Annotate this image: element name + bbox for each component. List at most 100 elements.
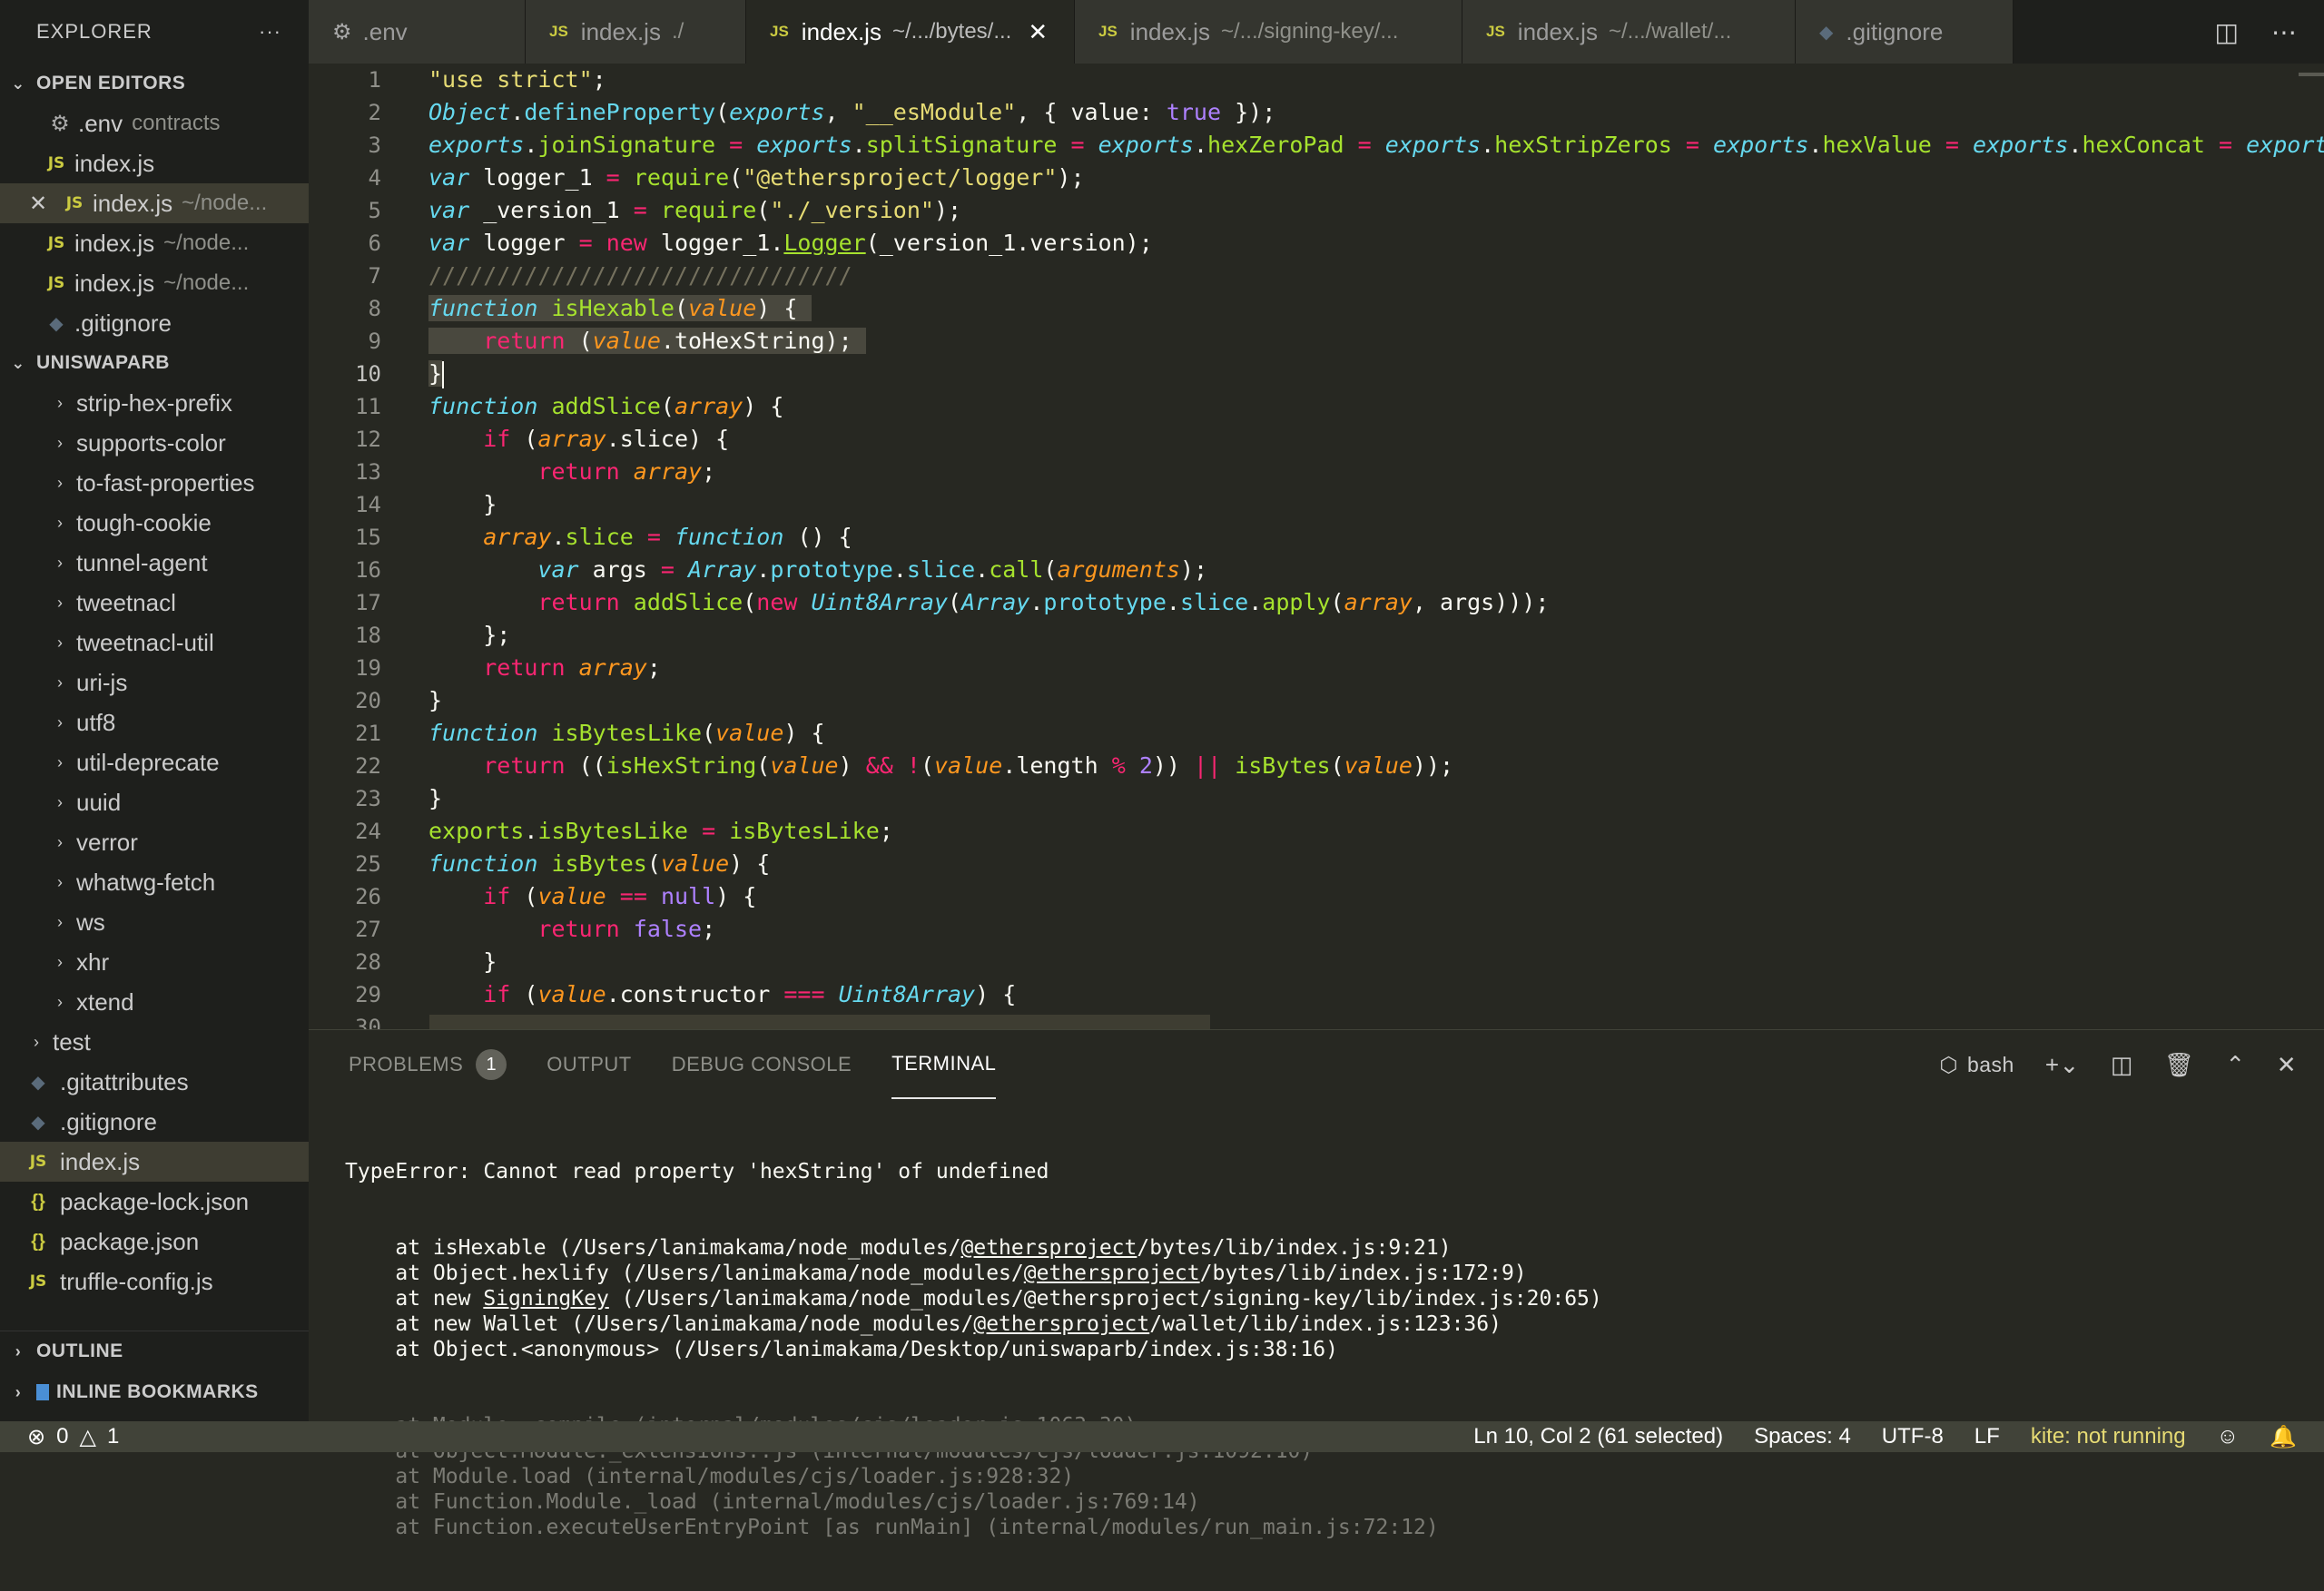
- bookmarks-header[interactable]: › INLINE BOOKMARKS: [0, 1372, 309, 1412]
- folder-item[interactable]: › to-fast-properties: [0, 463, 309, 503]
- folder-item[interactable]: › uuid: [0, 782, 309, 822]
- folder-item[interactable]: › tweetnacl: [0, 583, 309, 623]
- file-item[interactable]: {} package-lock.json: [0, 1182, 309, 1222]
- explorer-header: EXPLORER ···: [0, 0, 309, 64]
- outline-header[interactable]: › OUTLINE: [0, 1331, 309, 1371]
- open-editor-desc: contracts: [132, 111, 221, 135]
- close-tab-icon[interactable]: ✕: [1028, 18, 1048, 46]
- close-icon[interactable]: ✕: [20, 191, 56, 217]
- tab-index-bytes[interactable]: JS index.js ~/.../bytes/... ✕: [746, 0, 1075, 64]
- folder-item[interactable]: › uri-js: [0, 663, 309, 702]
- js-file-icon: JS: [1098, 23, 1118, 40]
- code-editor[interactable]: 1 "use strict"; 2 Object.defineProperty(ex…: [309, 64, 2324, 1029]
- line-number: 4: [368, 165, 381, 191]
- problems-badge: 1: [476, 1049, 507, 1080]
- tab-index-wallet[interactable]: JS index.js ~/.../wallet/...: [1462, 0, 1796, 64]
- tab-index-signing[interactable]: JS index.js ~/.../signing-key/...: [1075, 0, 1462, 64]
- file-item[interactable]: › test: [0, 1022, 309, 1062]
- open-editors-label: OPEN EDITORS: [36, 73, 186, 93]
- folder-item[interactable]: › tunnel-agent: [0, 543, 309, 583]
- problems-indicator[interactable]: ⊗ 0 △ 1: [0, 1424, 119, 1450]
- line-number: 25: [355, 851, 381, 877]
- folder-item[interactable]: › strip-hex-prefix: [0, 383, 309, 423]
- tab-env[interactable]: ⚙ .env: [309, 0, 526, 64]
- tab-label: .env: [362, 17, 408, 45]
- open-editor-env[interactable]: ⚙ .env contracts: [0, 103, 309, 143]
- folder-item[interactable]: › verror: [0, 822, 309, 862]
- file-item[interactable]: JS truffle-config.js: [0, 1262, 309, 1301]
- tab-output[interactable]: OUTPUT: [547, 1030, 631, 1099]
- code-text: }: [428, 491, 497, 517]
- open-editor-index-signing[interactable]: JS index.js ~/node...: [0, 223, 309, 263]
- kite-status[interactable]: kite: not running: [2031, 1424, 2186, 1449]
- tab-index-local[interactable]: JS index.js ./: [526, 0, 746, 64]
- folder-item[interactable]: › whatwg-fetch: [0, 862, 309, 902]
- open-editor-desc: ~/node...: [182, 191, 268, 215]
- code-text: return array;: [537, 458, 716, 485]
- line-number: 17: [355, 590, 381, 615]
- tab-problems[interactable]: PROBLEMS 1: [349, 1030, 507, 1099]
- open-editor-index-bytes[interactable]: ✕ JS index.js ~/node...: [0, 183, 309, 223]
- folder-item[interactable]: › utf8: [0, 702, 309, 742]
- close-panel-icon[interactable]: ✕: [2277, 1051, 2297, 1079]
- tab-label: index.js: [801, 17, 881, 45]
- feedback-icon[interactable]: ☺: [2217, 1424, 2240, 1449]
- open-editor-index-local[interactable]: JS index.js: [0, 143, 309, 183]
- maximize-panel-icon[interactable]: ⌃: [2225, 1051, 2245, 1079]
- chevron-down-icon: ⌄: [11, 353, 25, 372]
- js-file-icon: JS: [29, 1153, 47, 1171]
- code-text: return ((isHexString(value) && !(value.l…: [483, 752, 1454, 779]
- tab-debug-console[interactable]: DEBUG CONSOLE: [672, 1030, 852, 1099]
- tab-label: index.js: [1129, 17, 1210, 45]
- open-editor-gitignore[interactable]: ◆ .gitignore: [0, 303, 309, 343]
- bell-icon[interactable]: 🔔: [2270, 1424, 2297, 1450]
- line-ending[interactable]: LF: [1974, 1424, 2000, 1449]
- open-editor-index-wallet[interactable]: JS index.js ~/node...: [0, 263, 309, 303]
- project-header[interactable]: ⌄ UNISWAPARB: [0, 343, 309, 383]
- open-editors-header[interactable]: ⌄ OPEN EDITORS: [0, 64, 309, 103]
- file-name: truffle-config.js: [60, 1267, 213, 1295]
- trace-line: at new Wallet (/Users/lanimakama/node_mo…: [345, 1312, 1502, 1336]
- folder-item[interactable]: › xtend: [0, 982, 309, 1022]
- terminal-selector[interactable]: ⬡ bash: [1939, 1053, 2014, 1077]
- line-number: 7: [368, 263, 381, 289]
- folder-item[interactable]: › xhr: [0, 942, 309, 982]
- tab-desc: ./: [671, 19, 684, 44]
- chevron-right-icon: ›: [57, 673, 63, 692]
- folder-item[interactable]: › supports-color: [0, 423, 309, 463]
- split-editor-icon[interactable]: ◫: [2215, 17, 2239, 47]
- encoding[interactable]: UTF-8: [1882, 1424, 1944, 1449]
- file-item[interactable]: ◆ .gitignore: [0, 1102, 309, 1142]
- folder-item[interactable]: › util-deprecate: [0, 742, 309, 782]
- file-item[interactable]: {} package.json: [0, 1222, 309, 1262]
- folder-name: strip-hex-prefix: [76, 388, 232, 417]
- warning-icon: △: [79, 1424, 96, 1449]
- line-number: 13: [355, 459, 381, 485]
- tab-label: .gitignore: [1846, 17, 1944, 45]
- file-item[interactable]: JS index.js: [0, 1142, 309, 1182]
- indentation[interactable]: Spaces: 4: [1754, 1424, 1851, 1449]
- new-terminal-icon[interactable]: +⌄: [2045, 1051, 2080, 1079]
- folder-item[interactable]: › ws: [0, 902, 309, 942]
- tab-terminal[interactable]: TERMINAL: [891, 1030, 997, 1099]
- open-editor-name: .gitignore: [74, 309, 172, 337]
- terminal-output[interactable]: TypeError: Cannot read property 'hexStri…: [309, 1099, 2324, 1591]
- line-number: 27: [355, 917, 381, 942]
- more-actions-icon[interactable]: ⋯: [2271, 17, 2297, 47]
- line-number: 15: [355, 525, 381, 550]
- tab-gitignore[interactable]: ◆ .gitignore: [1796, 0, 2014, 64]
- more-actions-icon[interactable]: ···: [259, 20, 281, 44]
- folder-name: ws: [76, 908, 105, 936]
- line-number: 2: [368, 100, 381, 125]
- line-number: 12: [355, 427, 381, 452]
- tab-label: PROBLEMS: [349, 1053, 464, 1075]
- folder-item[interactable]: › tweetnacl-util: [0, 623, 309, 663]
- folder-name: uri-js: [76, 668, 128, 696]
- folder-item[interactable]: › tough-cookie: [0, 503, 309, 543]
- horizontal-scrollbar[interactable]: [429, 1015, 1210, 1029]
- code-text: function isBytesLike(value) {: [428, 720, 825, 746]
- cursor-position[interactable]: Ln 10, Col 2 (61 selected): [1473, 1424, 1723, 1449]
- split-terminal-icon[interactable]: ◫: [2111, 1051, 2133, 1079]
- trash-icon[interactable]: 🗑: [2164, 1051, 2195, 1079]
- file-item[interactable]: ◆ .gitattributes: [0, 1062, 309, 1102]
